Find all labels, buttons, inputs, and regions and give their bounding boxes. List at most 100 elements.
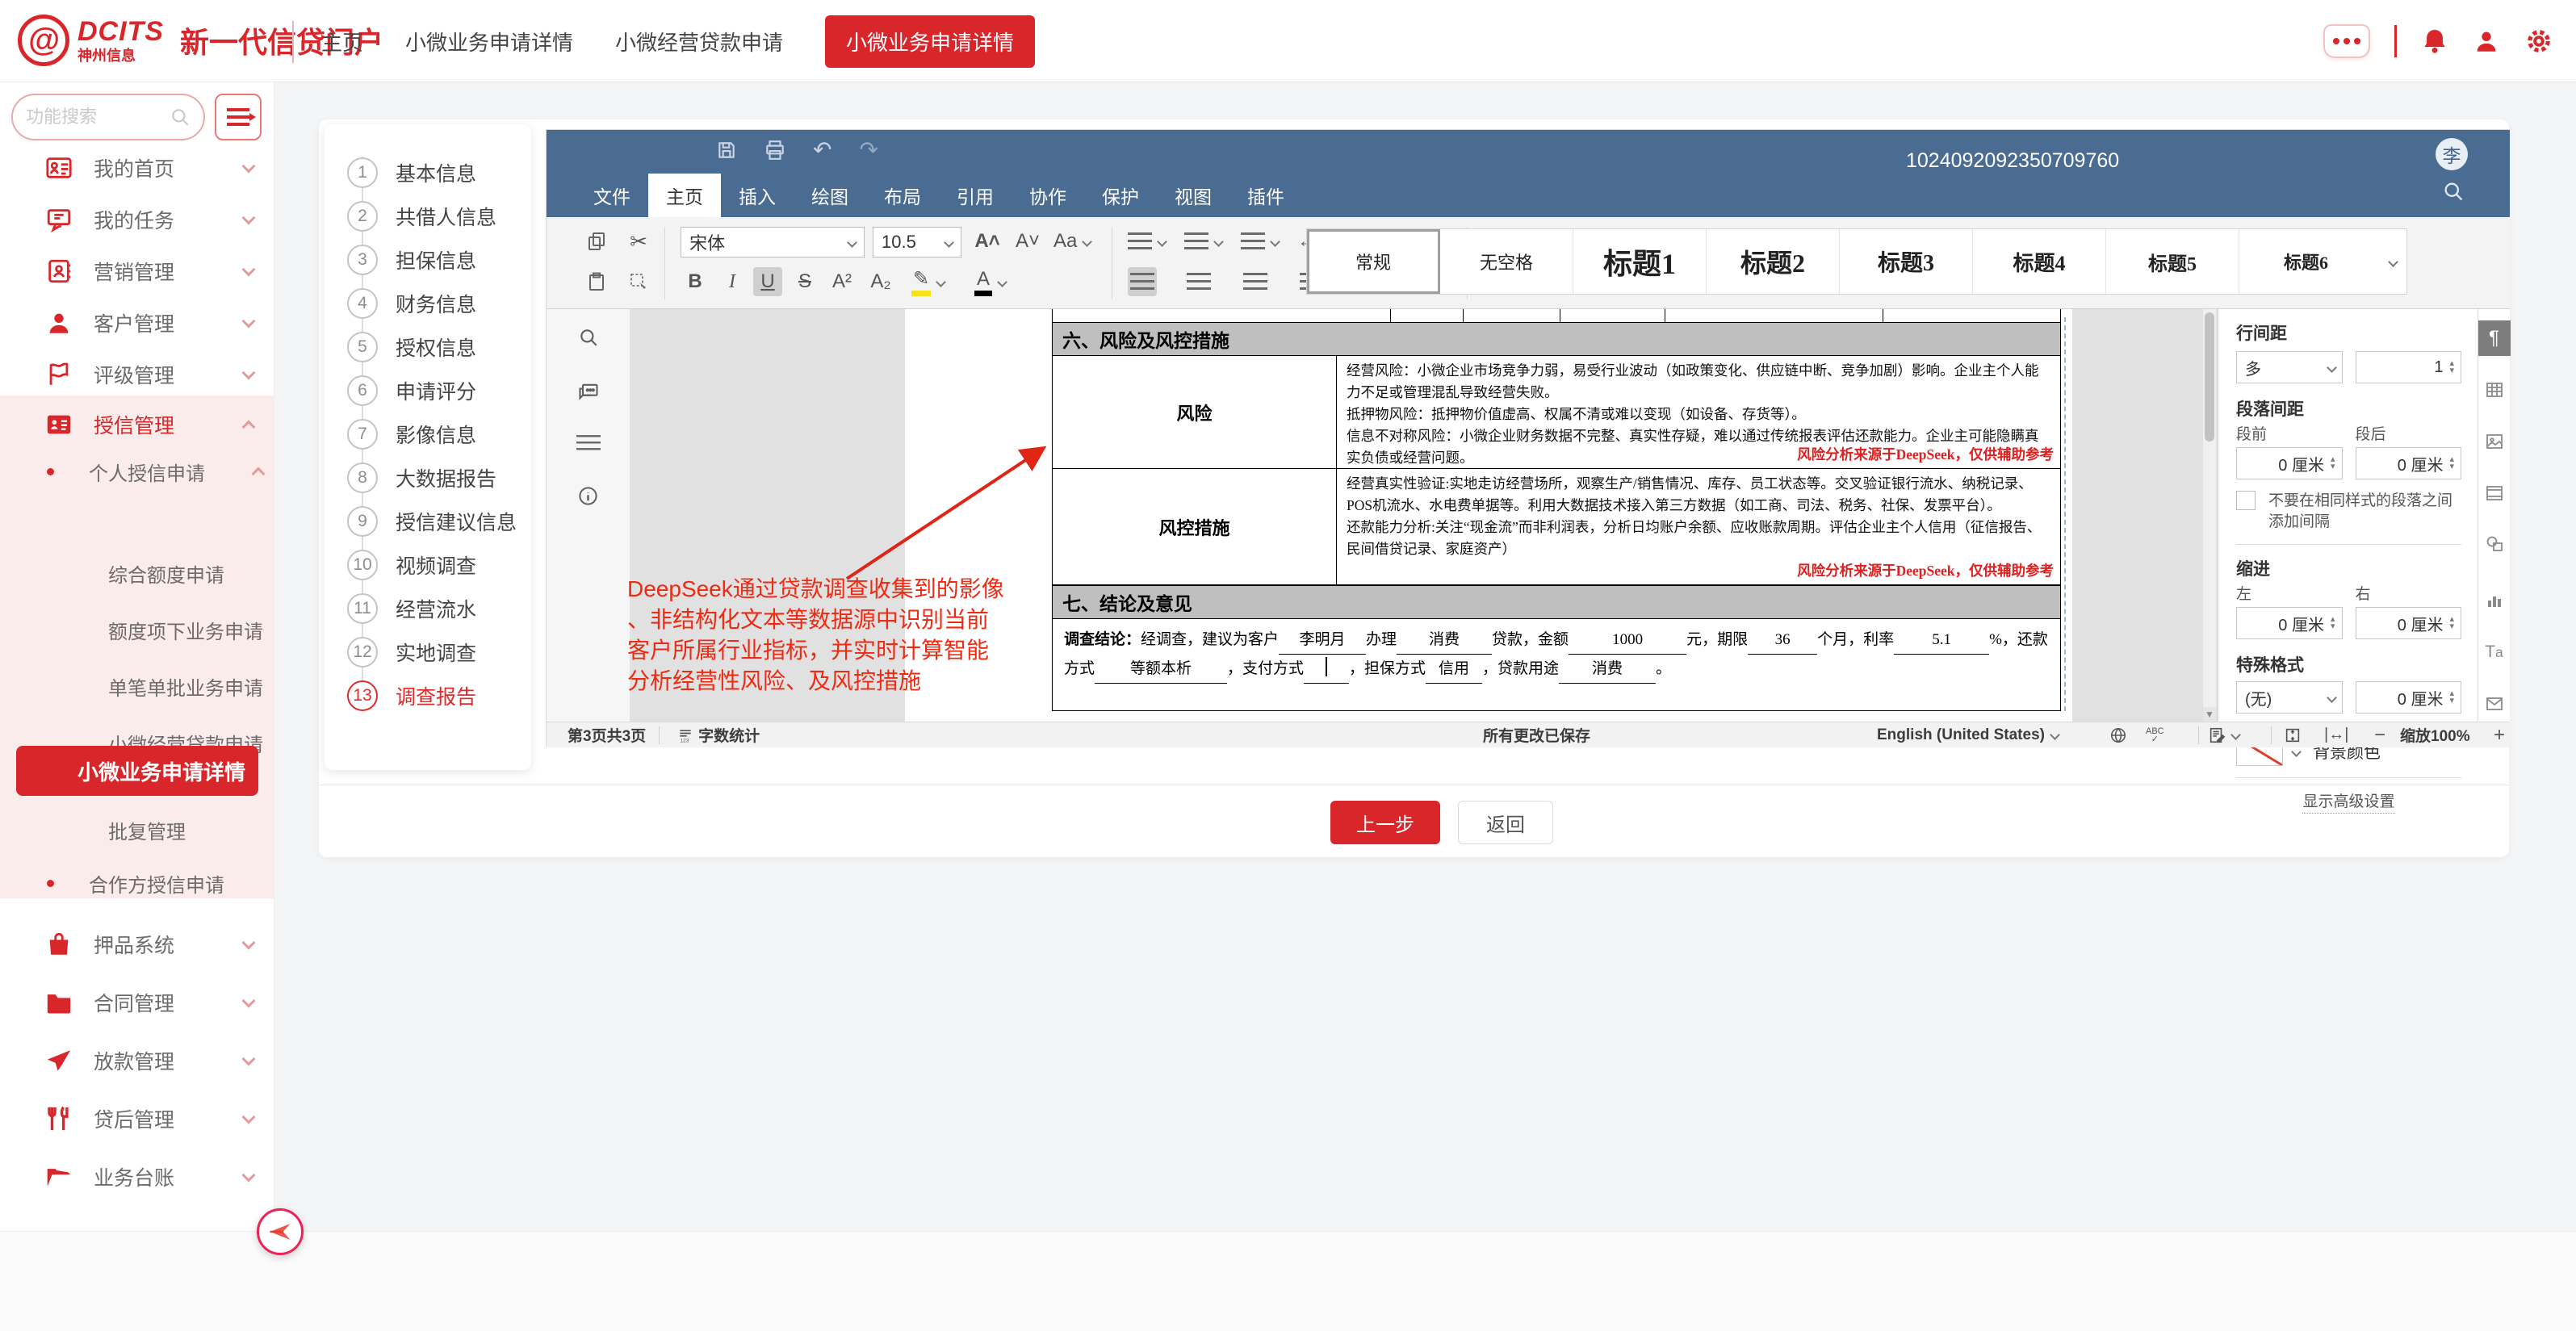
style-heading3[interactable]: 标题3 bbox=[1840, 229, 1973, 294]
step-finance[interactable]: 4财务信息 bbox=[347, 286, 476, 321]
bullet-list-icon[interactable] bbox=[1128, 227, 1166, 256]
previous-step-button[interactable]: 上一步 bbox=[1330, 801, 1440, 844]
step-basic-info[interactable]: 1基本信息 bbox=[347, 155, 476, 190]
sidebar-subitem-approval-mgmt[interactable]: 批复管理 bbox=[0, 806, 274, 854]
zoom-out-icon[interactable]: − bbox=[2374, 724, 2385, 747]
info-icon[interactable] bbox=[577, 485, 599, 507]
step-business-flow[interactable]: 11经营流水 bbox=[347, 591, 476, 626]
line-spacing-select[interactable]: 多 bbox=[2236, 351, 2343, 383]
sidebar-item-rating[interactable]: 评级管理 bbox=[0, 349, 274, 400]
vertical-scrollbar[interactable]: ▼ bbox=[2203, 309, 2216, 722]
sidebar-item-my-home[interactable]: 我的首页 bbox=[0, 142, 274, 194]
image-tab-icon[interactable] bbox=[2478, 424, 2511, 459]
sidebar-item-contracts[interactable]: 合同管理 bbox=[0, 977, 274, 1028]
menu-references[interactable]: 引用 bbox=[939, 174, 1012, 217]
field-guarantee[interactable]: 信用 bbox=[1426, 655, 1482, 684]
style-heading2[interactable]: 标题2 bbox=[1707, 229, 1840, 294]
nav-tab-home[interactable]: 主页 bbox=[321, 27, 363, 57]
step-authorization[interactable]: 5授权信息 bbox=[347, 329, 476, 365]
menu-file[interactable]: 文件 bbox=[576, 174, 648, 217]
multilevel-list-icon[interactable] bbox=[1241, 227, 1279, 256]
comments-icon[interactable] bbox=[577, 380, 600, 403]
step-survey-report-active[interactable]: 13调查报告 bbox=[347, 678, 476, 714]
field-rate[interactable]: 5.1 bbox=[1894, 626, 1989, 655]
select-icon[interactable] bbox=[624, 267, 653, 296]
underline-icon[interactable]: U bbox=[753, 267, 782, 296]
find-icon[interactable] bbox=[578, 327, 599, 348]
risk-row[interactable]: 风险 经营风险：小微企业市场竞争力弱，易受行业波动（如政策变化、供应链中断、竞争… bbox=[1052, 356, 2061, 469]
copy-icon[interactable] bbox=[582, 227, 611, 256]
style-heading5[interactable]: 标题5 bbox=[2106, 229, 2239, 294]
back-button[interactable]: 返回 bbox=[1458, 801, 1553, 844]
sidebar-search-box[interactable] bbox=[11, 94, 205, 140]
fit-page-icon[interactable] bbox=[2284, 726, 2302, 744]
sidebar-subitem-single-batch[interactable]: 单笔单批业务申请 bbox=[0, 662, 274, 710]
cut-icon[interactable]: ✂ bbox=[624, 227, 653, 256]
scrollbar-thumb[interactable] bbox=[2205, 312, 2214, 442]
style-heading6[interactable]: 标题6 bbox=[2239, 229, 2373, 294]
conclusion-cell[interactable]: 调查结论：经调查，建议为客户李明月办理消费贷款，金额1000元，期限36个月，利… bbox=[1052, 619, 2061, 711]
step-field-survey[interactable]: 12实地调查 bbox=[347, 634, 476, 670]
section7-header[interactable]: 七、结论及意见 bbox=[1052, 585, 2061, 619]
no-space-checkbox[interactable] bbox=[2236, 491, 2256, 510]
shapes-tab-icon[interactable] bbox=[2478, 527, 2511, 563]
nav-tab-micro-detail-1[interactable]: 小微业务申请详情 bbox=[405, 27, 573, 57]
step-bigdata-report[interactable]: 8大数据报告 bbox=[347, 460, 496, 496]
change-case-icon[interactable]: Aa bbox=[1053, 227, 1091, 256]
field-loan-type[interactable]: 消费 bbox=[1397, 626, 1492, 655]
edit-mode-icon[interactable] bbox=[2208, 726, 2239, 744]
sidebar-item-collateral[interactable]: 押品系统 bbox=[0, 919, 274, 970]
menu-layout[interactable]: 布局 bbox=[866, 174, 939, 217]
space-before-input[interactable]: 0 厘米▴▾ bbox=[2236, 447, 2343, 479]
zoom-in-icon[interactable]: + bbox=[2494, 724, 2505, 747]
field-customer-name[interactable]: 李明月 bbox=[1279, 626, 1366, 655]
menu-collaborate[interactable]: 协作 bbox=[1012, 174, 1084, 217]
numbered-list-icon[interactable] bbox=[1184, 227, 1222, 256]
sidebar-subitem-partner-credit[interactable]: 合作方授信申请 bbox=[0, 859, 274, 907]
style-heading1[interactable]: 标题1 bbox=[1573, 229, 1707, 294]
zoom-level[interactable]: 缩放100% bbox=[2400, 724, 2470, 746]
strikethrough-icon[interactable]: S bbox=[790, 267, 819, 296]
menu-protect[interactable]: 保护 bbox=[1084, 174, 1157, 217]
sidebar-item-my-tasks[interactable]: 我的任务 bbox=[0, 194, 274, 245]
floating-send-button[interactable] bbox=[257, 1208, 304, 1255]
gear-icon[interactable] bbox=[2524, 27, 2553, 56]
field-term[interactable]: 36 bbox=[1748, 626, 1817, 655]
header-footer-tab-icon[interactable] bbox=[2478, 475, 2511, 511]
menu-insert[interactable]: 插入 bbox=[721, 174, 794, 217]
style-no-spacing[interactable]: 无空格 bbox=[1440, 229, 1573, 294]
align-center-icon[interactable] bbox=[1184, 267, 1213, 296]
subscript-icon[interactable]: A₂ bbox=[866, 267, 895, 296]
risk-control-row[interactable]: 风控措施 经营真实性验证:实地走访经营场所，观察生产/销售情况、库存、员工状态等… bbox=[1052, 469, 2061, 585]
superscript-icon[interactable]: A² bbox=[827, 267, 857, 296]
step-credit-advice[interactable]: 9授信建议信息 bbox=[347, 504, 517, 539]
menu-home[interactable]: 主页 bbox=[648, 174, 721, 217]
bg-color-dropdown-icon[interactable] bbox=[2291, 747, 2302, 757]
editor-search-icon[interactable] bbox=[2442, 180, 2465, 203]
sidebar-item-post-loan[interactable]: 贷后管理 bbox=[0, 1093, 274, 1145]
grow-font-icon[interactable]: A˄ bbox=[973, 227, 1002, 256]
field-repayment[interactable]: 等额本析 bbox=[1095, 655, 1227, 684]
step-coborrower[interactable]: 2共借人信息 bbox=[347, 199, 496, 234]
font-family-select[interactable]: 宋体 bbox=[681, 227, 865, 257]
menu-view[interactable]: 视图 bbox=[1157, 174, 1229, 217]
redo-icon[interactable]: ↷ bbox=[859, 140, 878, 161]
style-normal[interactable]: 常规 bbox=[1307, 229, 1440, 294]
sidebar-subitem-micro-detail-active[interactable]: 小微业务申请详情 bbox=[16, 746, 258, 796]
undo-icon[interactable]: ↶ bbox=[813, 140, 831, 161]
step-imaging[interactable]: 7影像信息 bbox=[347, 416, 476, 452]
nav-tab-micro-loan-apply[interactable]: 小微经营贷款申请 bbox=[615, 27, 783, 57]
paste-icon[interactable] bbox=[582, 267, 611, 296]
spellcheck-icon[interactable]: ABC✓ bbox=[2146, 727, 2164, 743]
sidebar-item-marketing[interactable]: 营销管理 bbox=[0, 245, 274, 297]
bold-icon[interactable]: B bbox=[681, 267, 710, 296]
translate-tab-icon[interactable]: Ta bbox=[2478, 634, 2511, 670]
save-icon[interactable] bbox=[716, 140, 737, 161]
more-actions-button[interactable] bbox=[2323, 24, 2370, 58]
sidebar-subitem-under-quota[interactable]: 额度项下业务申请 bbox=[0, 605, 274, 654]
special-format-select[interactable]: (无) bbox=[2236, 681, 2343, 714]
field-payment-method[interactable] bbox=[1304, 655, 1349, 684]
sidebar-item-disbursement[interactable]: 放款管理 bbox=[0, 1035, 274, 1086]
section6-header[interactable]: 六、风险及风控措施 bbox=[1052, 322, 2061, 356]
indent-left-input[interactable]: 0 厘米▴▾ bbox=[2236, 607, 2343, 639]
